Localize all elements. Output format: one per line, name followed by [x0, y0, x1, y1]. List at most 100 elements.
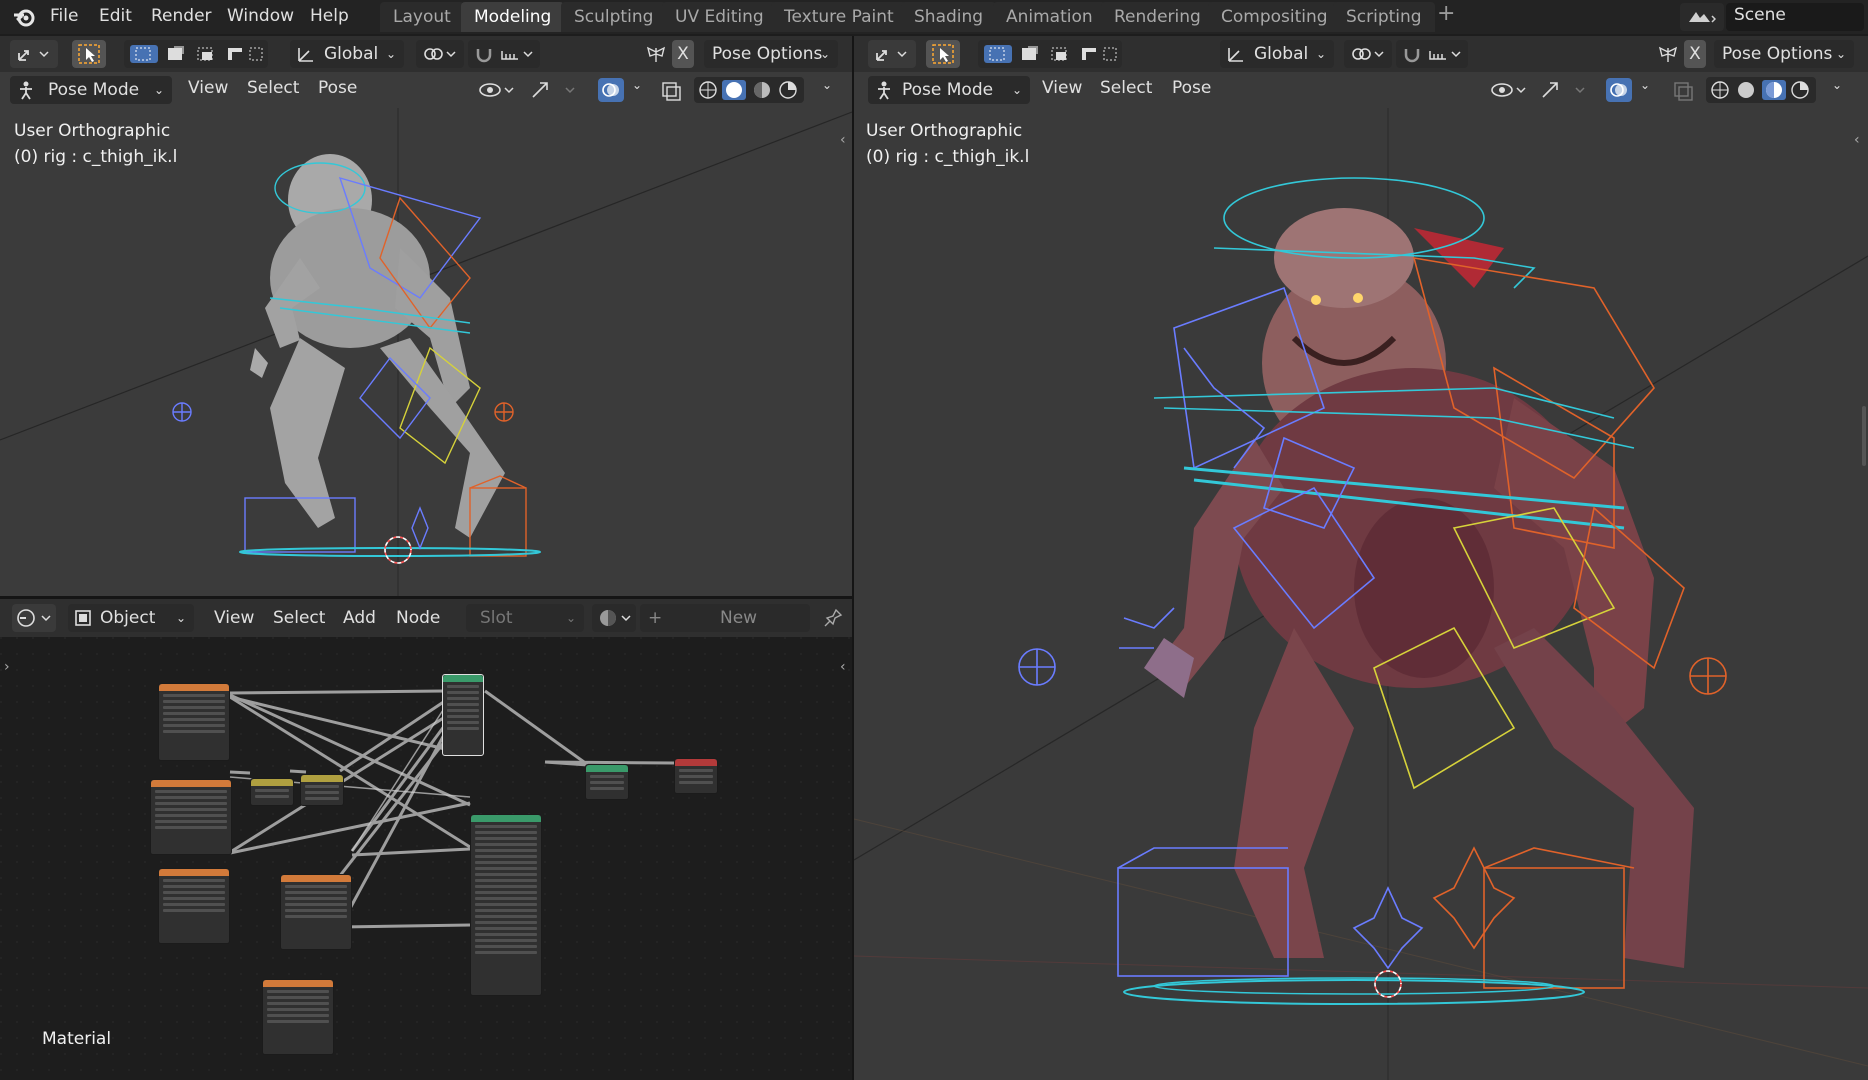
chevron-down-icon[interactable]: ⌄: [1832, 78, 1842, 92]
image-texture-node[interactable]: [262, 979, 334, 1055]
pose-menu[interactable]: Pose: [318, 78, 357, 98]
view-menu[interactable]: View: [214, 608, 254, 628]
select-menu[interactable]: Select: [247, 78, 299, 98]
tab-scripting[interactable]: Scripting: [1333, 2, 1435, 32]
pin-icon[interactable]: [822, 607, 844, 629]
select-tool-button[interactable]: [72, 40, 106, 68]
tab-uv-editing[interactable]: UV Editing: [662, 2, 777, 32]
image-texture-node[interactable]: [150, 779, 232, 855]
material-browse-button[interactable]: [592, 604, 636, 632]
shading-mode-group[interactable]: [694, 77, 804, 103]
tab-texture-paint[interactable]: Texture Paint: [771, 2, 907, 32]
creature-mesh-textured: [1144, 208, 1694, 968]
slot-dropdown[interactable]: Slot ⌄: [466, 604, 584, 632]
mirror-x-toggle[interactable]: X: [672, 40, 694, 68]
scene-selector-button[interactable]: [1680, 3, 1724, 31]
menu-window[interactable]: Window: [227, 4, 294, 28]
select-tool-button[interactable]: [926, 40, 960, 68]
select-menu[interactable]: Select: [1100, 78, 1152, 98]
chevron-down-icon[interactable]: ⌄: [822, 78, 832, 92]
material-output-node[interactable]: [674, 758, 718, 794]
shader-type-dropdown[interactable]: Object ⌄: [68, 604, 194, 632]
node-menu[interactable]: Node: [396, 608, 440, 628]
viewport-left-scene[interactable]: [0, 108, 852, 596]
transform-orientation-dropdown[interactable]: Global ⌄: [290, 40, 404, 68]
add-menu[interactable]: Add: [343, 608, 376, 628]
invert-node[interactable]: [250, 778, 294, 806]
mirror-butterfly-icon[interactable]: [1656, 44, 1680, 66]
xray-toggle-icon[interactable]: [660, 80, 684, 102]
selection-mode-group[interactable]: [978, 40, 1122, 68]
selection-mode-icons: [130, 45, 263, 63]
new-material-button[interactable]: + New: [640, 604, 810, 632]
mirror-x-toggle[interactable]: X: [1684, 40, 1706, 68]
principled-bsdf-node[interactable]: [470, 814, 542, 996]
sidebar-collapse-arrow-icon[interactable]: ‹: [1854, 132, 1860, 148]
mix-shader-node[interactable]: [585, 764, 629, 800]
snapping-controls[interactable]: [1396, 40, 1468, 68]
viewport-right-scene[interactable]: [854, 108, 1868, 1080]
gizmo-toggle-icon[interactable]: [1540, 80, 1590, 100]
snapping-controls[interactable]: [468, 40, 540, 68]
image-texture-node[interactable]: [158, 868, 230, 944]
visibility-eye-icon[interactable]: [1490, 80, 1530, 100]
viewport-right[interactable]: Global ⌄ X Pose Options ⌄ Pose Mode ⌄ Vi…: [854, 36, 1868, 1080]
chevron-down-icon[interactable]: ⌄: [1640, 78, 1650, 92]
visibility-eye-icon[interactable]: [478, 80, 518, 100]
select-menu[interactable]: Select: [273, 608, 325, 628]
tab-sculpting[interactable]: Sculpting: [561, 2, 667, 32]
node-canvas[interactable]: [0, 637, 852, 1080]
view-menu[interactable]: View: [1042, 78, 1082, 98]
tab-compositing[interactable]: Compositing: [1208, 2, 1341, 32]
sidebar-expand-arrow-icon[interactable]: ‹: [840, 659, 846, 675]
principled-bsdf-node-selected[interactable]: [442, 674, 484, 756]
xray-toggle-icon[interactable]: [1672, 80, 1696, 102]
shading-mode-group[interactable]: [1706, 77, 1816, 103]
menu-render[interactable]: Render: [151, 4, 212, 28]
tab-rendering[interactable]: Rendering: [1101, 2, 1214, 32]
chevron-down-icon: ⌄: [820, 47, 831, 61]
shader-editor-icon: [17, 609, 51, 627]
editor-type-button[interactable]: [868, 40, 916, 68]
gizmo-toggle-icon[interactable]: [530, 80, 580, 100]
add-workspace-button[interactable]: +: [1437, 2, 1455, 26]
mode-dropdown[interactable]: Pose Mode ⌄: [868, 76, 1030, 104]
mode-dropdown[interactable]: Pose Mode ⌄: [10, 76, 172, 104]
blender-logo-icon[interactable]: [12, 6, 36, 28]
bright-contrast-node[interactable]: [300, 774, 344, 806]
mode-label: Pose Mode: [902, 80, 994, 100]
selection-mode-group[interactable]: [124, 40, 268, 68]
editor-type-button[interactable]: [12, 604, 56, 632]
toolbar-expand-arrow-icon[interactable]: ›: [4, 659, 10, 675]
overlays-toggle[interactable]: [598, 78, 624, 102]
menu-file[interactable]: File: [50, 4, 78, 28]
menu-help[interactable]: Help: [310, 4, 349, 28]
viewport-scrollbar[interactable]: [1862, 406, 1866, 466]
tab-animation[interactable]: Animation: [993, 2, 1106, 32]
image-texture-node[interactable]: [158, 683, 230, 761]
pivot-point-dropdown[interactable]: [1344, 40, 1392, 68]
viewport-right-header: Pose Mode ⌄ View Select Pose ⌄ ⌄: [854, 72, 1868, 108]
orientation-value: Global: [1254, 44, 1309, 64]
pose-menu[interactable]: Pose: [1172, 78, 1211, 98]
tab-modeling[interactable]: Modeling: [461, 2, 565, 32]
overlays-toggle[interactable]: [1606, 78, 1632, 102]
pose-options-dropdown[interactable]: Pose Options ⌄: [704, 40, 838, 68]
tab-shading[interactable]: Shading: [901, 2, 997, 32]
transform-orientation-dropdown[interactable]: Global ⌄: [1220, 40, 1334, 68]
viewport-left[interactable]: Global ⌄ X Pose Options ⌄ Pose Mode ⌄ Vi…: [0, 36, 852, 596]
pivot-point-dropdown[interactable]: [416, 40, 464, 68]
pose-options-dropdown[interactable]: Pose Options ⌄: [1714, 40, 1854, 68]
scene-name-field[interactable]: Scene: [1726, 3, 1864, 31]
cursor-select-icon: [78, 44, 100, 64]
mirror-butterfly-icon[interactable]: [644, 44, 668, 66]
sidebar-collapse-arrow-icon[interactable]: ‹: [840, 132, 846, 148]
menu-edit[interactable]: Edit: [99, 4, 132, 28]
node-editor[interactable]: Object ⌄ View Select Add Node Slot ⌄ + N…: [0, 599, 852, 1080]
editor-type-button[interactable]: [10, 40, 58, 68]
image-texture-node[interactable]: [280, 874, 352, 950]
tab-layout[interactable]: Layout: [380, 2, 464, 32]
overlays-icon: [602, 83, 619, 97]
view-menu[interactable]: View: [188, 78, 228, 98]
chevron-down-icon[interactable]: ⌄: [632, 78, 642, 92]
